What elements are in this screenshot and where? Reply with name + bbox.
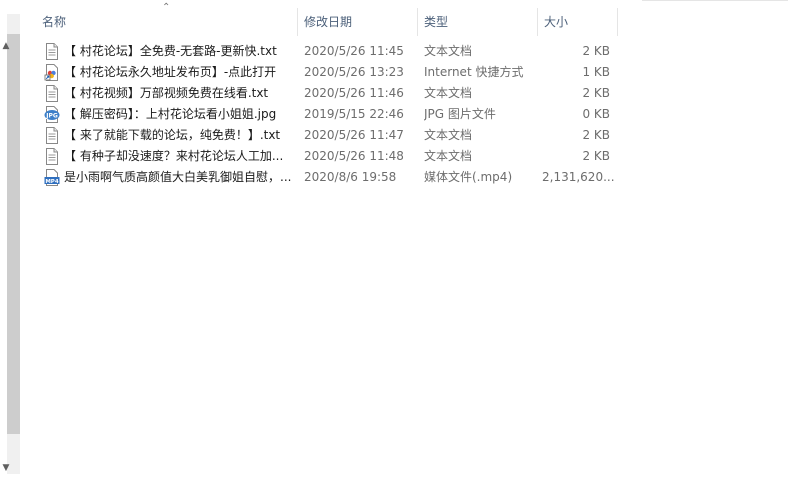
file-type: 媒体文件(.mp4) (424, 170, 513, 184)
scroll-down-arrow-icon[interactable]: ▼ (0, 462, 12, 474)
file-row[interactable]: JPG 【 解压密码】：上村花论坛看小姐姐.jpg 2019/5/15 22:4… (22, 104, 622, 125)
file-size: 0 KB (582, 107, 610, 121)
scrollbar-thumb[interactable] (7, 34, 20, 434)
column-header-name-label: 名称 (42, 15, 67, 29)
file-date: 2020/5/26 11:47 (304, 128, 404, 142)
scroll-up-arrow-icon[interactable]: ▲ (0, 40, 12, 52)
column-header-date-label: 修改日期 (304, 15, 353, 29)
file-type: Internet 快捷方式 (424, 65, 524, 79)
file-date: 2020/5/26 11:45 (304, 44, 404, 58)
file-name: 【 村花论坛永久地址发布页】-点此打开 (64, 65, 277, 79)
file-size: 2 KB (582, 86, 610, 100)
file-row[interactable]: MP4 是小雨啊气质高颜值大白美乳御姐自慰，... 2020/8/6 19:58… (22, 167, 622, 188)
file-type: 文本文档 (424, 44, 473, 58)
file-size: 1 KB (582, 65, 610, 79)
file-name: 【 村花论坛】全免费-无套路-更新快.txt (64, 44, 277, 58)
file-date: 2020/5/26 13:23 (304, 65, 404, 79)
file-type: 文本文档 (424, 149, 473, 163)
file-date: 2020/8/6 19:58 (304, 170, 397, 184)
header-divider (642, 0, 788, 1)
file-name: 【 有种子却没速度？来村花论坛人工加... (64, 149, 284, 163)
column-header-date[interactable]: 修改日期 (298, 8, 418, 36)
file-size: 2 KB (582, 149, 610, 163)
file-name: 【 解压密码】：上村花论坛看小姐姐.jpg (64, 107, 277, 121)
file-name: 【 村花视频】万部视频免费在线看.txt (64, 86, 269, 100)
file-type: 文本文档 (424, 86, 473, 100)
file-size: 2,131,620... (542, 170, 614, 184)
file-row[interactable]: 【 来了就能下载的论坛，纯免费！】.txt 2020/5/26 11:47 文本… (22, 125, 622, 146)
file-row[interactable]: 【 村花论坛永久地址发布页】-点此打开 2020/5/26 13:23 Inte… (22, 62, 622, 83)
file-date: 2019/5/15 22:46 (304, 107, 404, 121)
file-row[interactable]: 【 村花视频】万部视频免费在线看.txt 2020/5/26 11:46 文本文… (22, 83, 622, 104)
file-size: 2 KB (582, 44, 610, 58)
file-name: 【 来了就能下载的论坛，纯免费！】.txt (64, 128, 281, 142)
vertical-scrollbar[interactable]: ▲ ▼ (0, 0, 22, 486)
file-row[interactable]: 【 有种子却没速度？来村花论坛人工加... 2020/5/26 11:48 文本… (22, 146, 622, 167)
file-size: 2 KB (582, 128, 610, 142)
file-date: 2020/5/26 11:48 (304, 149, 404, 163)
file-date: 2020/5/26 11:46 (304, 86, 404, 100)
column-header-row: 名称 修改日期 类型 大小 (22, 8, 622, 36)
column-header-size[interactable]: 大小 (538, 8, 618, 36)
file-type: JPG 图片文件 (424, 107, 496, 121)
file-row[interactable]: 【 村花论坛】全免费-无套路-更新快.txt 2020/5/26 11:45 文… (22, 41, 622, 62)
column-header-type[interactable]: 类型 (418, 8, 538, 36)
column-header-size-label: 大小 (544, 15, 569, 29)
file-type: 文本文档 (424, 128, 473, 142)
column-header-type-label: 类型 (424, 15, 449, 29)
column-header-name[interactable]: 名称 (36, 8, 298, 36)
file-name: 是小雨啊气质高颜值大白美乳御姐自慰，... (64, 170, 292, 184)
